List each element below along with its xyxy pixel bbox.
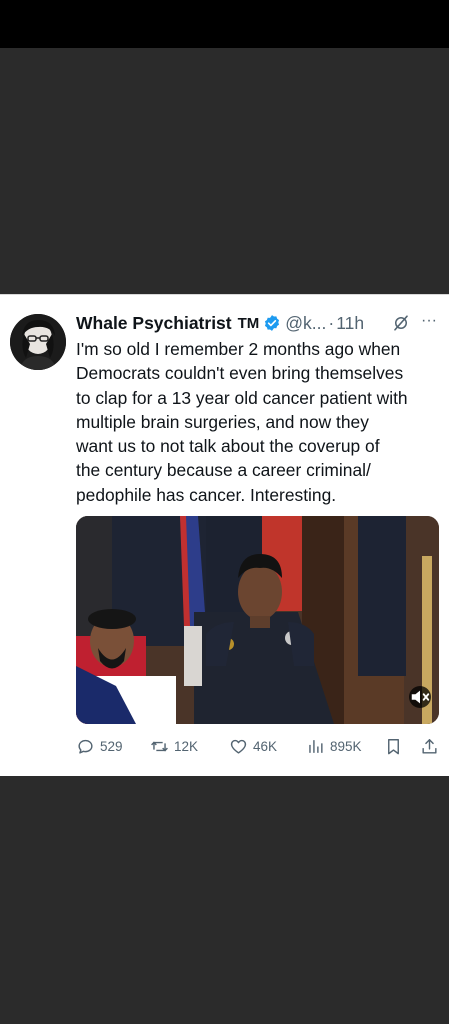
- timestamp[interactable]: 11h: [336, 313, 364, 334]
- user-handle[interactable]: @k...: [285, 313, 326, 334]
- more-options-icon[interactable]: ···: [421, 312, 437, 330]
- repost-count: 12K: [174, 738, 199, 754]
- background-bottom: [0, 776, 449, 1024]
- separator-dot: ·: [328, 312, 335, 333]
- like-count: 46K: [253, 738, 278, 754]
- share-button[interactable]: [420, 735, 439, 757]
- tweet-actions: 529 12K 46K 895K: [76, 735, 442, 757]
- tweet-video[interactable]: [76, 516, 439, 724]
- grok-icon[interactable]: [392, 314, 410, 332]
- reply-count: 529: [100, 738, 123, 754]
- like-button[interactable]: 46K: [229, 735, 277, 757]
- repost-button[interactable]: 12K: [150, 735, 198, 757]
- verified-badge-icon: [265, 315, 280, 331]
- tweet-text: I'm so old I remember 2 months ago when …: [76, 339, 408, 505]
- status-bar: [0, 0, 449, 48]
- bookmark-button[interactable]: [384, 735, 403, 757]
- reply-icon: [78, 739, 93, 754]
- background-top: [0, 48, 449, 294]
- tweet-card[interactable]: Whale Psychiatrist TM @k... · 11h ··· I'…: [0, 294, 449, 776]
- mute-icon[interactable]: [409, 686, 431, 708]
- bookmark-icon: [388, 738, 399, 754]
- views-button[interactable]: 895K: [306, 735, 362, 757]
- reply-button[interactable]: 529: [76, 735, 123, 757]
- share-icon: [422, 738, 437, 754]
- repost-icon: [151, 741, 168, 751]
- trademark-label: TM: [237, 314, 260, 332]
- avatar[interactable]: [10, 314, 66, 370]
- heart-icon: [230, 739, 247, 754]
- view-count: 895K: [330, 738, 362, 754]
- display-name[interactable]: Whale Psychiatrist: [76, 313, 232, 334]
- tweet-header: Whale Psychiatrist TM @k... · 11h ···: [76, 311, 442, 335]
- views-icon: [309, 739, 323, 753]
